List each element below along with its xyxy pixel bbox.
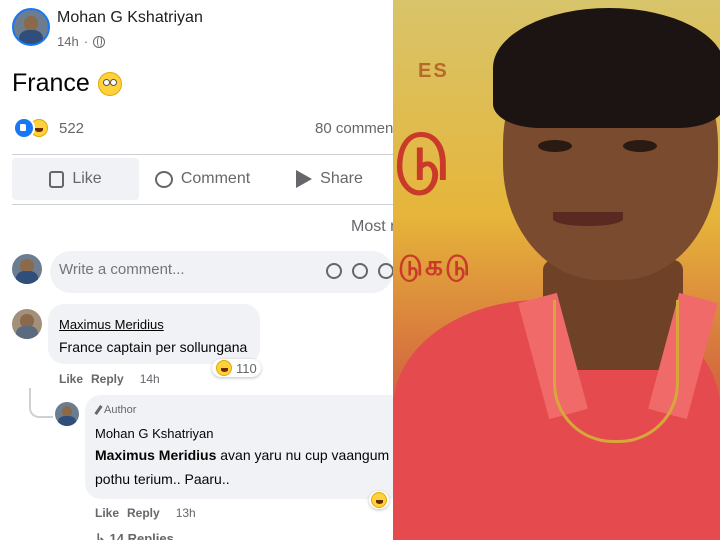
author-badge-label: Author — [104, 404, 137, 416]
gold-chain — [553, 300, 679, 443]
composer-icons — [326, 263, 393, 279]
comments-count[interactable]: 80 comments — [315, 120, 393, 137]
divider — [12, 154, 393, 155]
comment-author[interactable]: Maximus Meridius — [59, 317, 164, 332]
current-user-avatar[interactable] — [12, 254, 42, 284]
post-text-content: France — [12, 69, 90, 97]
post-actions: Like Comment Share — [12, 158, 393, 200]
comment-reaction-count: 110 — [236, 360, 257, 376]
reply-bubble: Author Mohan G Kshatriyan Maximus Meridi… — [85, 395, 393, 499]
thread-connector — [29, 388, 53, 418]
comment-like-button[interactable]: Like — [59, 372, 83, 386]
post-text: France — [12, 69, 122, 98]
post-time[interactable]: 14h — [57, 34, 79, 49]
post-author-name[interactable]: Mohan G Kshatriyan — [57, 9, 203, 27]
reply-author-avatar[interactable] — [55, 402, 79, 426]
poster-text: டு — [393, 121, 453, 193]
divider — [12, 204, 393, 205]
comment-composer — [50, 251, 393, 293]
share-label: Share — [320, 170, 363, 187]
haha-icon — [216, 360, 232, 376]
share-button[interactable]: Share — [266, 158, 393, 200]
like-label: Like — [72, 170, 102, 187]
reply-text-line1: Maximus Meridius avan yaru nu cup vaangu… — [95, 447, 389, 463]
facebook-post: Mohan G Kshatriyan 14h · France 522 80 c… — [0, 0, 393, 540]
comment-text: France captain per sollungana — [59, 339, 248, 355]
person-photo: ES டு டுகடு — [393, 0, 720, 540]
like-icon — [49, 170, 65, 188]
reply-reply-button[interactable]: Reply — [127, 506, 160, 520]
eye-roll-emoji-icon — [97, 71, 122, 96]
globe-icon — [93, 35, 106, 48]
reply-text-a: avan yaru nu cup vaangum — [216, 447, 390, 463]
comment-bubble: Maximus Meridius France captain per soll… — [48, 304, 260, 364]
comment-label: Comment — [180, 170, 251, 187]
comment-icon — [154, 170, 173, 188]
post-meta: 14h · — [57, 34, 106, 49]
view-replies-link[interactable]: ↳ 14 Replies — [95, 531, 174, 540]
sort-comments-dropdown[interactable]: Most relevant — [351, 218, 393, 236]
reply-reactions[interactable] — [369, 491, 389, 509]
comment-reply-button[interactable]: Reply — [91, 372, 124, 386]
reply-mention[interactable]: Maximus Meridius — [95, 447, 216, 463]
reply-author[interactable]: Mohan G Kshatriyan — [95, 426, 214, 441]
eye — [538, 140, 572, 152]
comment-reactions[interactable]: 110 — [212, 359, 261, 377]
reaction-count: 522 — [59, 119, 85, 137]
haha-icon — [371, 492, 387, 508]
poster-text: ES — [418, 60, 449, 82]
reply-actions: Like Reply 13h — [95, 506, 196, 520]
comment-actions: Like Reply 14h — [59, 372, 160, 386]
like-icon — [13, 117, 35, 139]
like-button[interactable]: Like — [12, 158, 139, 200]
comment-input[interactable] — [59, 261, 309, 278]
comment-time[interactable]: 14h — [140, 372, 160, 386]
comment-button[interactable]: Comment — [139, 158, 266, 200]
post-author-avatar[interactable] — [12, 8, 50, 46]
share-icon — [296, 170, 313, 188]
reply-like-button[interactable]: Like — [95, 506, 119, 520]
reaction-summary[interactable]: 522 — [13, 117, 84, 139]
reply-time[interactable]: 13h — [176, 506, 196, 520]
commenter-avatar[interactable] — [12, 309, 42, 339]
eye — [623, 140, 657, 152]
hair — [493, 8, 720, 128]
reply-text-line2: pothu terium.. Paaru.. — [95, 471, 230, 487]
mouth — [553, 212, 623, 226]
emoji-icon[interactable] — [352, 263, 368, 279]
sticker-icon[interactable] — [326, 263, 342, 279]
pen-icon — [94, 405, 103, 415]
camera-icon[interactable] — [378, 263, 393, 279]
poster-text: டுகடு — [398, 250, 472, 281]
author-badge: Author — [94, 404, 137, 416]
